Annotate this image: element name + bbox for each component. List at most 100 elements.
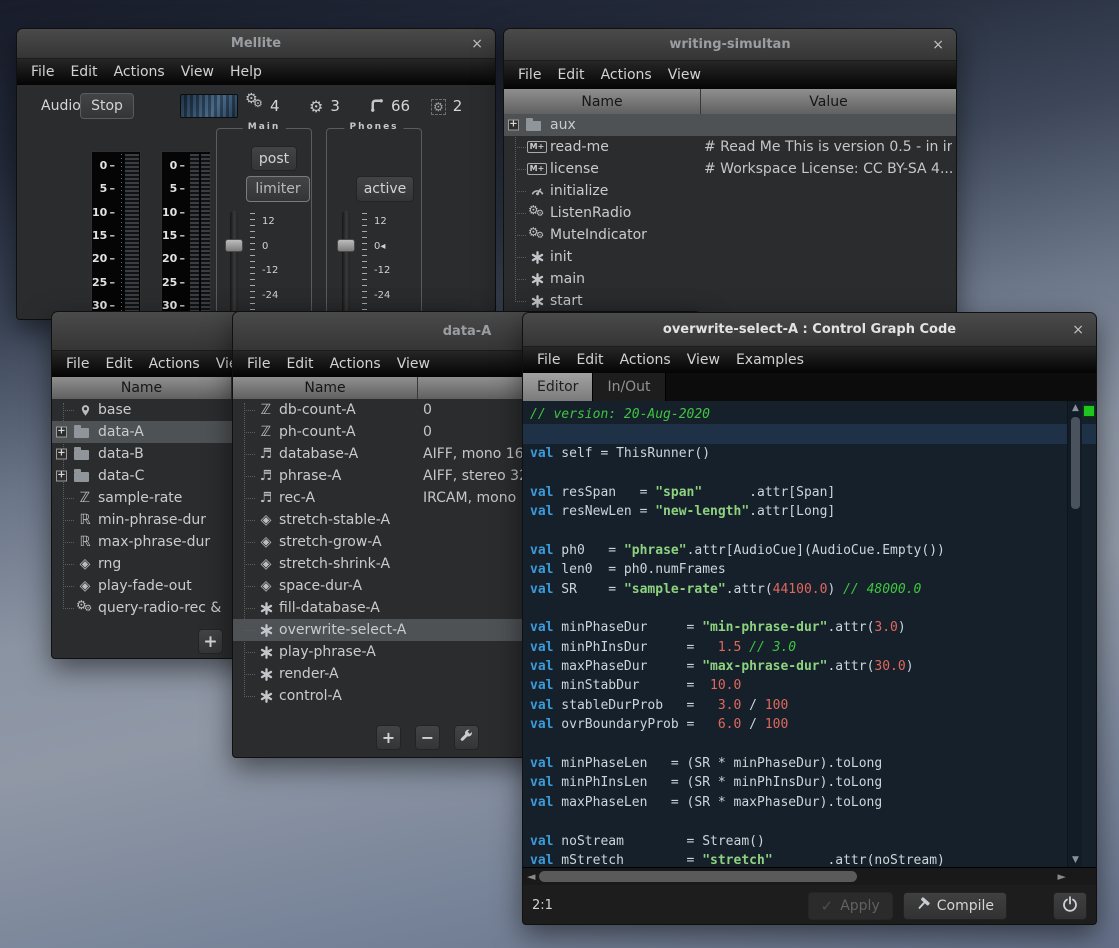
phones-fader[interactable]: 120◂-12-24 — [338, 211, 418, 320]
edit-button[interactable] — [454, 725, 479, 750]
fader-handle[interactable] — [225, 239, 243, 252]
fader-handle[interactable] — [337, 239, 355, 252]
code-token: 3.0 — [874, 620, 897, 635]
menu-view[interactable]: View — [660, 67, 709, 83]
code-line[interactable]: val ovrBoundaryProb = 6.0 / 100 — [523, 715, 1096, 734]
tree-row-main[interactable]: main — [504, 268, 956, 290]
code-editor[interactable]: // version: 20-Aug-2020 val self = ThisRu… — [523, 401, 1096, 867]
code-line[interactable]: val self = ThisRunner() — [523, 444, 1096, 463]
menu-edit[interactable]: Edit — [568, 352, 611, 368]
code-line[interactable]: val minPhInsDur = 1.5 // 3.0 — [523, 638, 1096, 657]
tree-row-license[interactable]: M+license# Workspace License: CC BY-SA 4… — [504, 158, 956, 180]
folder-icon — [72, 446, 90, 462]
column-header-name[interactable]: Name — [504, 89, 701, 114]
expander-icon[interactable]: + — [56, 449, 67, 460]
code-line[interactable]: val minPhaseDur = "min-phrase-dur".attr(… — [523, 618, 1096, 637]
column-header-name[interactable]: Name — [52, 377, 232, 399]
menu-actions[interactable]: Actions — [322, 356, 389, 372]
code-line[interactable]: val maxPhaseLen = (SR * maxPhaseDur).toL… — [523, 793, 1096, 812]
menu-actions[interactable]: Actions — [106, 64, 173, 80]
column-header-name[interactable]: Name — [233, 377, 418, 399]
titlebar[interactable]: overwrite-select-A : Control Graph Code … — [523, 313, 1096, 347]
menu-actions[interactable]: Actions — [141, 356, 208, 372]
code-line[interactable]: val minPhaseLen = (SR * minPhaseDur).toL… — [523, 754, 1096, 773]
stop-button[interactable]: Stop — [80, 93, 134, 119]
add-button[interactable]: + — [198, 629, 223, 654]
menu-edit[interactable]: Edit — [62, 64, 105, 80]
tree-row-MuteIndicator[interactable]: ⚙⚙MuteIndicator — [504, 224, 956, 246]
vertical-scrollbar[interactable]: ▲ ▼ — [1067, 401, 1082, 867]
apply-button[interactable]: ✓ Apply — [808, 892, 893, 920]
post-button[interactable]: post — [251, 146, 297, 171]
code-line[interactable]: val SR = "sample-rate".attr(44100.0) // … — [523, 580, 1096, 599]
code-line[interactable]: val mStretch = "stretch" .attr(noStream) — [523, 851, 1096, 867]
horizontal-scrollbar[interactable]: ◄ ► — [523, 867, 1096, 885]
column-header-value[interactable]: Value — [701, 89, 956, 114]
code-line[interactable]: // version: 20-Aug-2020 — [523, 405, 1096, 424]
scroll-left-icon[interactable]: ◄ — [527, 870, 535, 883]
tree-row-ListenRadio[interactable]: ⚙⚙ListenRadio — [504, 202, 956, 224]
close-icon[interactable]: × — [932, 37, 944, 53]
code-line[interactable]: val noStream = Stream() — [523, 832, 1096, 851]
titlebar[interactable]: Mellite × — [17, 29, 495, 59]
menu-file[interactable]: File — [510, 67, 549, 83]
expander-icon[interactable]: + — [56, 471, 67, 482]
code-line[interactable]: val len0 = ph0.numFrames — [523, 560, 1096, 579]
tree-row-aux[interactable]: +aux — [504, 114, 956, 136]
tab-in-out[interactable]: In/Out — [593, 373, 665, 401]
code-token: val — [530, 582, 553, 597]
menu-examples[interactable]: Examples — [728, 352, 812, 368]
menu-edit[interactable]: Edit — [549, 67, 592, 83]
code-line[interactable] — [523, 521, 1096, 540]
code-line[interactable] — [523, 463, 1096, 482]
code-line[interactable]: val ph0 = "phrase".attr[AudioCue](AudioC… — [523, 541, 1096, 560]
expander-icon[interactable]: + — [508, 120, 519, 131]
main-fader[interactable]: 120-12-24 — [226, 211, 306, 320]
menu-help[interactable]: Help — [222, 64, 270, 80]
meter-ticks — [121, 154, 122, 318]
code-line[interactable]: val minStabDur = 10.0 — [523, 676, 1096, 695]
code-line[interactable]: val minPhInsLen = (SR * minPhInsDur).toL… — [523, 773, 1096, 792]
menu-file[interactable]: File — [239, 356, 278, 372]
tree-row-read-me[interactable]: M+read-me# Read Me This is version 0.5 -… — [504, 136, 956, 158]
menu-actions[interactable]: Actions — [593, 67, 660, 83]
code-line[interactable]: val stableDurProb = 3.0 / 100 — [523, 696, 1096, 715]
scroll-down-icon[interactable]: ▼ — [1068, 855, 1083, 865]
code-line[interactable] — [523, 735, 1096, 754]
active-button[interactable]: active — [356, 176, 414, 202]
menu-edit[interactable]: Edit — [278, 356, 321, 372]
scrollbar-thumb[interactable] — [539, 871, 857, 882]
close-icon[interactable]: × — [1072, 322, 1084, 338]
limiter-button[interactable]: limiter — [246, 176, 310, 202]
code-line[interactable]: val resNewLen = "new-length".attr[Long] — [523, 502, 1096, 521]
remove-button[interactable]: − — [415, 725, 440, 750]
menu-actions[interactable]: Actions — [612, 352, 679, 368]
scrollbar-thumb[interactable] — [1071, 417, 1080, 509]
menu-file[interactable]: File — [23, 64, 62, 80]
titlebar[interactable]: writing-simultan × — [504, 29, 956, 61]
code-line[interactable]: val maxPhaseDur = "max-phrase-dur".attr(… — [523, 657, 1096, 676]
code-line[interactable] — [523, 812, 1096, 831]
menu-view[interactable]: View — [679, 352, 728, 368]
code-token: ) — [906, 659, 914, 674]
tree-row-initialize[interactable]: initialize — [504, 180, 956, 202]
tree-row-init[interactable]: init — [504, 246, 956, 268]
scroll-right-icon[interactable]: ► — [1058, 870, 1066, 883]
tab-editor[interactable]: Editor — [523, 373, 593, 401]
code-line[interactable]: val resSpan = "span" .attr[Span] — [523, 483, 1096, 502]
code-line[interactable] — [523, 599, 1096, 618]
power-button[interactable] — [1053, 892, 1087, 920]
menu-view[interactable]: View — [173, 64, 222, 80]
tree-row-start[interactable]: start — [504, 290, 956, 312]
compile-button[interactable]: Compile — [903, 892, 1007, 920]
expander-icon[interactable]: + — [56, 427, 67, 438]
scroll-up-icon[interactable]: ▲ — [1068, 403, 1083, 413]
menu-edit[interactable]: Edit — [97, 356, 140, 372]
menu-file[interactable]: File — [529, 352, 568, 368]
menu-view[interactable]: View — [389, 356, 438, 372]
menu-file[interactable]: File — [58, 356, 97, 372]
code-token: 6.0 — [718, 717, 741, 732]
add-button[interactable]: + — [376, 725, 401, 750]
close-icon[interactable]: × — [471, 36, 483, 52]
code-line[interactable] — [523, 424, 1096, 443]
